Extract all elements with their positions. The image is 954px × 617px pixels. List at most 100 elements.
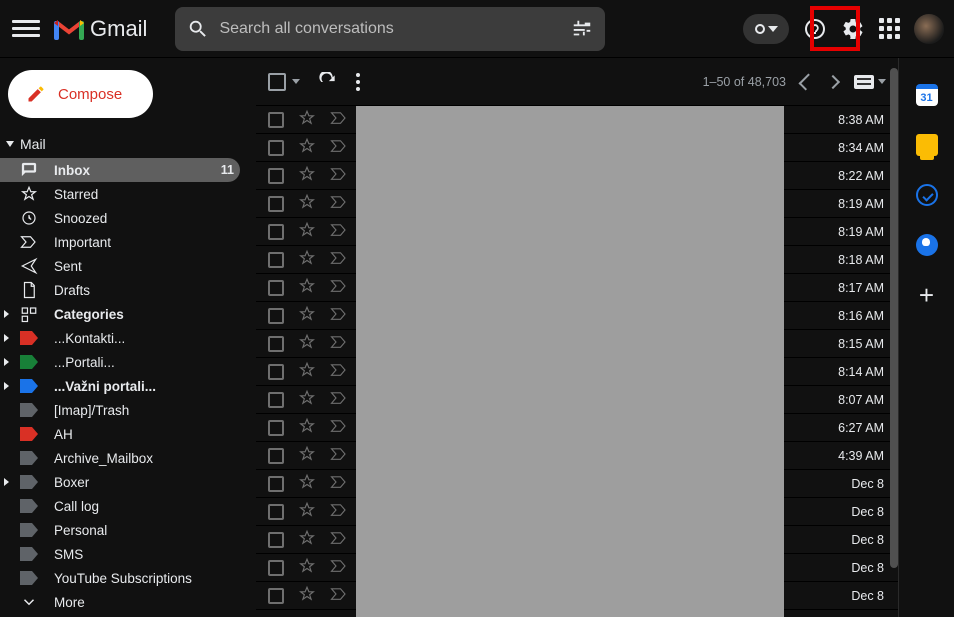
importance-toggle[interactable] (330, 279, 348, 296)
nav-item-boxer[interactable]: Boxer (0, 470, 240, 494)
importance-toggle[interactable] (330, 419, 348, 436)
row-time: 8:14 AM (838, 365, 886, 379)
nav-item-sms[interactable]: SMS (0, 542, 240, 566)
row-checkbox[interactable] (268, 140, 284, 156)
input-tools-button[interactable] (854, 75, 886, 89)
star-toggle[interactable] (298, 557, 316, 578)
nav-item-drafts[interactable]: Drafts (0, 278, 240, 302)
select-all-checkbox[interactable] (268, 73, 286, 91)
star-toggle[interactable] (298, 585, 316, 606)
compose-button[interactable]: Compose (8, 70, 153, 118)
nav-item-vazni[interactable]: ...Važni portali... (0, 374, 240, 398)
star-toggle[interactable] (298, 529, 316, 550)
star-toggle[interactable] (298, 389, 316, 410)
star-toggle[interactable] (298, 361, 316, 382)
nav-item-portali[interactable]: ...Portali... (0, 350, 240, 374)
gmail-logo[interactable]: Gmail (54, 16, 147, 42)
row-checkbox[interactable] (268, 448, 284, 464)
nav-item-more[interactable]: More (0, 590, 240, 614)
mail-section-header[interactable]: Mail (0, 132, 256, 158)
importance-toggle[interactable] (330, 251, 348, 268)
row-checkbox[interactable] (268, 532, 284, 548)
calendar-addon[interactable]: 31 (916, 84, 938, 106)
get-addons-button[interactable]: + (916, 284, 938, 306)
main-menu-button[interactable] (12, 15, 40, 43)
search-input[interactable] (219, 20, 561, 38)
star-toggle[interactable] (298, 445, 316, 466)
important-icon (20, 233, 38, 251)
contacts-addon[interactable] (916, 234, 938, 256)
search-icon[interactable] (187, 18, 209, 40)
account-avatar[interactable] (914, 14, 944, 44)
star-toggle[interactable] (298, 417, 316, 438)
row-checkbox[interactable] (268, 420, 284, 436)
importance-toggle[interactable] (330, 335, 348, 352)
importance-toggle[interactable] (330, 587, 348, 604)
star-toggle[interactable] (298, 193, 316, 214)
importance-toggle[interactable] (330, 531, 348, 548)
newer-button[interactable] (799, 73, 816, 90)
chat-status-button[interactable] (743, 14, 789, 44)
nav-item-call_log[interactable]: Call log (0, 494, 240, 518)
nav-item-snoozed[interactable]: Snoozed (0, 206, 240, 230)
nav-item-inbox[interactable]: Inbox11 (0, 158, 240, 182)
nav-item-starred[interactable]: Starred (0, 182, 240, 206)
row-checkbox[interactable] (268, 196, 284, 212)
star-toggle[interactable] (298, 501, 316, 522)
importance-toggle[interactable] (330, 391, 348, 408)
importance-toggle[interactable] (330, 475, 348, 492)
row-checkbox[interactable] (268, 364, 284, 380)
keep-addon[interactable] (916, 134, 938, 156)
importance-toggle[interactable] (330, 139, 348, 156)
row-checkbox[interactable] (268, 280, 284, 296)
importance-toggle[interactable] (330, 111, 348, 128)
row-checkbox[interactable] (268, 476, 284, 492)
support-button[interactable] (803, 17, 827, 41)
star-toggle[interactable] (298, 137, 316, 158)
nav-item-archive_mailbox[interactable]: Archive_Mailbox (0, 446, 240, 470)
row-checkbox[interactable] (268, 112, 284, 128)
importance-toggle[interactable] (330, 223, 348, 240)
row-checkbox[interactable] (268, 252, 284, 268)
google-apps-button[interactable] (879, 18, 900, 39)
importance-toggle[interactable] (330, 307, 348, 324)
older-button[interactable] (826, 74, 840, 88)
importance-toggle[interactable] (330, 195, 348, 212)
star-toggle[interactable] (298, 333, 316, 354)
row-checkbox[interactable] (268, 168, 284, 184)
row-checkbox[interactable] (268, 560, 284, 576)
row-checkbox[interactable] (268, 588, 284, 604)
select-dropdown[interactable] (292, 79, 300, 84)
search-options-icon[interactable] (571, 18, 593, 40)
nav-item-ah[interactable]: AH (0, 422, 240, 446)
importance-toggle[interactable] (330, 447, 348, 464)
importance-toggle[interactable] (330, 167, 348, 184)
nav-item-personal[interactable]: Personal (0, 518, 240, 542)
star-toggle[interactable] (298, 277, 316, 298)
row-checkbox[interactable] (268, 336, 284, 352)
importance-toggle[interactable] (330, 363, 348, 380)
star-toggle[interactable] (298, 109, 316, 130)
star-toggle[interactable] (298, 221, 316, 242)
refresh-button[interactable] (318, 72, 338, 92)
nav-item-kontakti[interactable]: ...Kontakti... (0, 326, 240, 350)
importance-toggle[interactable] (330, 503, 348, 520)
tasks-addon[interactable] (916, 184, 938, 206)
scrollbar[interactable] (890, 68, 898, 568)
importance-toggle[interactable] (330, 559, 348, 576)
settings-button[interactable] (841, 17, 865, 41)
star-toggle[interactable] (298, 305, 316, 326)
star-toggle[interactable] (298, 249, 316, 270)
nav-item-sent[interactable]: Sent (0, 254, 240, 278)
row-checkbox[interactable] (268, 308, 284, 324)
nav-item-categories[interactable]: Categories (0, 302, 240, 326)
nav-item-imap_trash[interactable]: [Imap]/Trash (0, 398, 240, 422)
nav-item-youtube_subs[interactable]: YouTube Subscriptions (0, 566, 240, 590)
star-toggle[interactable] (298, 473, 316, 494)
more-button[interactable] (356, 73, 360, 91)
nav-item-important[interactable]: Important (0, 230, 240, 254)
row-checkbox[interactable] (268, 224, 284, 240)
row-checkbox[interactable] (268, 504, 284, 520)
row-checkbox[interactable] (268, 392, 284, 408)
star-toggle[interactable] (298, 165, 316, 186)
